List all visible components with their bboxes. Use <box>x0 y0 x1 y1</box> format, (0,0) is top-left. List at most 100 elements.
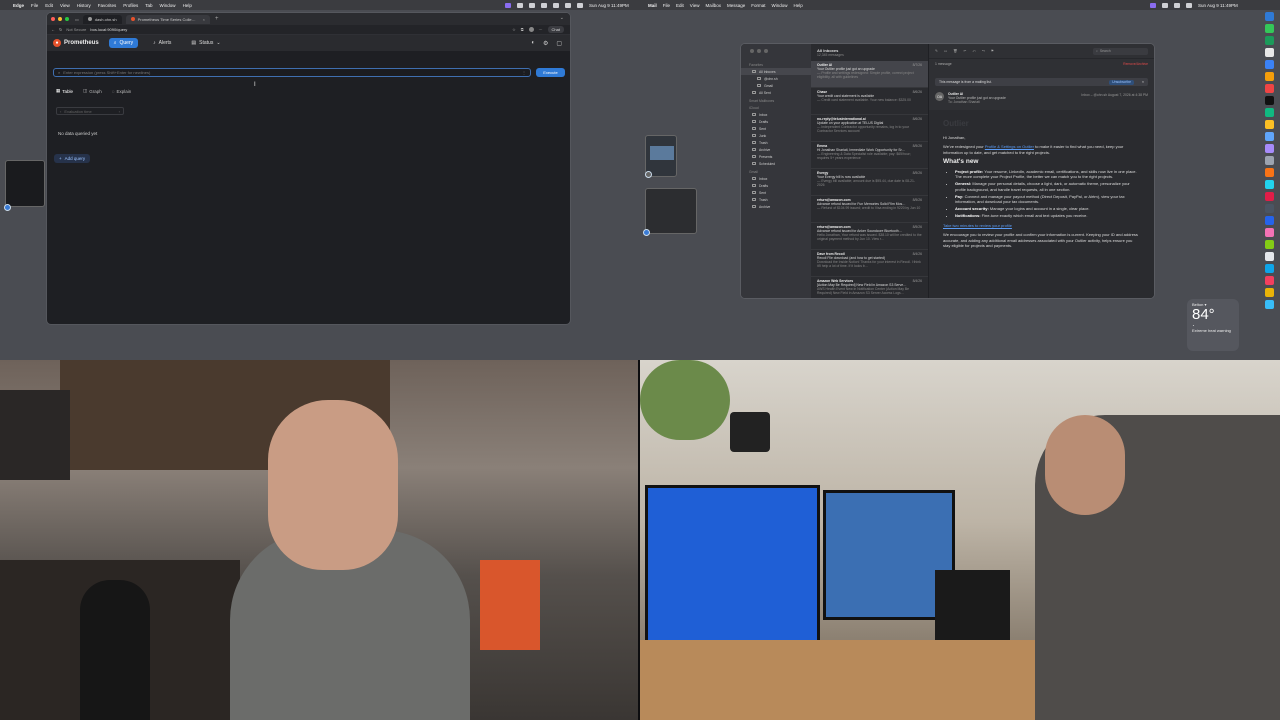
execute-button[interactable]: Execute <box>536 68 565 77</box>
window-thumbnail[interactable] <box>645 188 697 234</box>
wifi-icon[interactable] <box>1174 2 1180 8</box>
close-window-button[interactable] <box>750 49 754 53</box>
wifi-icon[interactable] <box>553 2 559 8</box>
menu-app-name[interactable]: Edge <box>13 3 24 8</box>
dock-app-icon[interactable] <box>1264 204 1274 213</box>
status-app-icon[interactable] <box>1150 2 1156 8</box>
mailbox-ohn[interactable]: @ohn.sh <box>741 75 811 82</box>
menu-item[interactable]: Mailbox <box>705 3 721 8</box>
tab-list-icon[interactable]: ⌄ <box>560 15 564 21</box>
message-row[interactable]: no-reply@telusinternational.ai 8/6/26 Upda… <box>811 115 928 142</box>
menu-item[interactable]: View <box>690 3 700 8</box>
menu-item-file[interactable]: File <box>31 3 38 8</box>
expression-input[interactable]: ⌕ Enter expression (press Shift+Enter fo… <box>53 68 531 77</box>
add-query-button[interactable]: + Add query <box>54 154 91 163</box>
unsubscribe-button[interactable]: Unsubscribe <box>1109 79 1134 85</box>
menu-item[interactable]: Edit <box>676 3 684 8</box>
compose-icon[interactable]: ✎ <box>935 49 938 53</box>
mailbox-icloud-item[interactable]: Sent <box>741 125 811 132</box>
chevron-right-icon[interactable]: › <box>119 109 120 114</box>
menu-item[interactable]: File <box>663 3 670 8</box>
copilot-chat-button[interactable]: Chat <box>547 26 564 33</box>
close-window-button[interactable] <box>51 17 55 21</box>
browser-tab-prometheus[interactable]: Prometheus Time Series Colle… × <box>125 14 210 24</box>
menu-item-history[interactable]: History <box>77 3 91 8</box>
dock-app-icon[interactable] <box>1264 132 1274 141</box>
close-tab-icon[interactable]: × <box>203 17 205 22</box>
profile-settings-link[interactable]: Profile & Settings on Outlier <box>985 144 1034 149</box>
dock-app-icon[interactable] <box>1264 144 1274 153</box>
menu-item[interactable]: Message <box>727 3 745 8</box>
mailbox-gmail-item[interactable]: Archive <box>741 203 811 210</box>
mailbox-icloud-item[interactable]: Scheduled <box>741 160 811 167</box>
zoom-window-button[interactable] <box>65 17 69 21</box>
window-thumbnail[interactable] <box>5 160 45 207</box>
menu-app-name[interactable]: Mail <box>648 3 657 8</box>
dock-app-icon[interactable] <box>1264 60 1274 69</box>
battery-icon[interactable] <box>541 2 547 8</box>
control-center-icon[interactable] <box>577 2 583 8</box>
dock-app-icon[interactable] <box>1264 156 1274 165</box>
dock-app-icon[interactable] <box>1264 252 1274 261</box>
nav-status[interactable]: ▤ Status ⌄ <box>186 38 225 48</box>
not-secure-badge[interactable]: Not Secure <box>66 27 86 32</box>
dock-app-icon[interactable] <box>1264 192 1274 201</box>
dock-app-icon[interactable] <box>1264 108 1274 117</box>
favorite-star-icon[interactable]: ☆ <box>512 27 516 32</box>
tab-explain[interactable]: ◌ Explain <box>112 88 131 94</box>
extensions-icon[interactable]: ⧉ <box>521 27 524 32</box>
trash-icon[interactable]: 🗑 <box>953 49 957 53</box>
mailbox-icloud-item[interactable]: Presents <box>741 153 811 160</box>
menu-item-help[interactable]: Help <box>183 3 192 8</box>
reload-icon[interactable]: ↻ <box>59 27 62 32</box>
message-row[interactable]: return@amazon.com 8/5/26 Advance refund is… <box>811 223 928 250</box>
settings-gear-icon[interactable]: ⚙ <box>543 40 548 47</box>
message-row[interactable]: Outlier AI 8/7/26 Your Outlier profile jus… <box>811 61 928 88</box>
reply-all-icon[interactable]: ⤺ <box>972 49 976 53</box>
dock-app-icon[interactable] <box>1264 12 1274 21</box>
search-icon[interactable] <box>1186 2 1192 8</box>
more-icon[interactable]: ⋯ <box>539 27 543 32</box>
theme-toggle-icon[interactable]: ◐ <box>531 40 535 47</box>
menu-item-window[interactable]: Window <box>160 3 176 8</box>
chevron-left-icon[interactable]: ‹ <box>60 109 61 114</box>
mailbox-icloud-item[interactable]: Inbox <box>741 111 811 118</box>
tab-table[interactable]: ▦ Table <box>56 88 73 94</box>
close-banner-icon[interactable]: × <box>1142 80 1144 84</box>
status-app-icon[interactable] <box>505 2 511 8</box>
message-row[interactable]: Emma 8/5/26 Hi Jonathan Shariati, Immediat… <box>811 142 928 169</box>
mailbox-icloud-item[interactable]: Trash <box>741 139 811 146</box>
message-row[interactable]: Dave from Recoil 8/4/26 Recoil File downlo… <box>811 250 928 277</box>
flag-icon[interactable]: ⚑ <box>991 49 994 53</box>
dock-app-icon[interactable] <box>1264 288 1274 297</box>
dock-app-icon[interactable] <box>1264 120 1274 129</box>
help-icon[interactable]: ▢ <box>556 40 562 47</box>
url-field[interactable]: bos.local:9090/query <box>90 27 127 32</box>
dock-app-icon[interactable] <box>1264 72 1274 81</box>
mailbox-gmail-item[interactable]: Inbox <box>741 175 811 182</box>
message-row[interactable]: Evergy 8/5/26 Your Evergy bill is now avai… <box>811 169 928 196</box>
tab-graph[interactable]: ◫ Graph <box>83 88 102 94</box>
mailbox-icloud-item[interactable]: Junk <box>741 132 811 139</box>
mailbox-gmail-item[interactable]: Trash <box>741 196 811 203</box>
mailbox-all-inboxes[interactable]: All Inboxes <box>741 68 811 75</box>
sidebar-toggle-icon[interactable]: ▭ <box>75 17 79 22</box>
menu-item-edit[interactable]: Edit <box>45 3 53 8</box>
back-icon[interactable]: ← <box>51 27 55 32</box>
message-row[interactable]: Amazon Web Services 8/4/26 [Action May Be … <box>811 277 928 298</box>
mailbox-icloud-item[interactable]: Drafts <box>741 118 811 125</box>
menu-item[interactable]: Format <box>751 3 765 8</box>
dock-app-icon[interactable] <box>1264 228 1274 237</box>
forward-icon[interactable]: ↪ <box>982 49 985 53</box>
archive-icon[interactable]: ▭ <box>944 49 947 53</box>
remove-button[interactable]: Remove/Archive <box>1123 62 1148 66</box>
mailbox-icloud-item[interactable]: Archive <box>741 146 811 153</box>
mail-search-field[interactable]: ⌕ Search <box>1093 47 1148 55</box>
status-icon[interactable] <box>517 2 523 8</box>
browser-tab-dash[interactable]: dash.ohn.sh <box>82 14 122 24</box>
dock-app-icon[interactable] <box>1264 84 1274 93</box>
profile-avatar[interactable] <box>528 27 534 32</box>
dock-app-icon[interactable] <box>1264 96 1274 105</box>
dock-app-icon[interactable] <box>1264 168 1274 177</box>
dock-app-icon[interactable] <box>1264 216 1274 225</box>
